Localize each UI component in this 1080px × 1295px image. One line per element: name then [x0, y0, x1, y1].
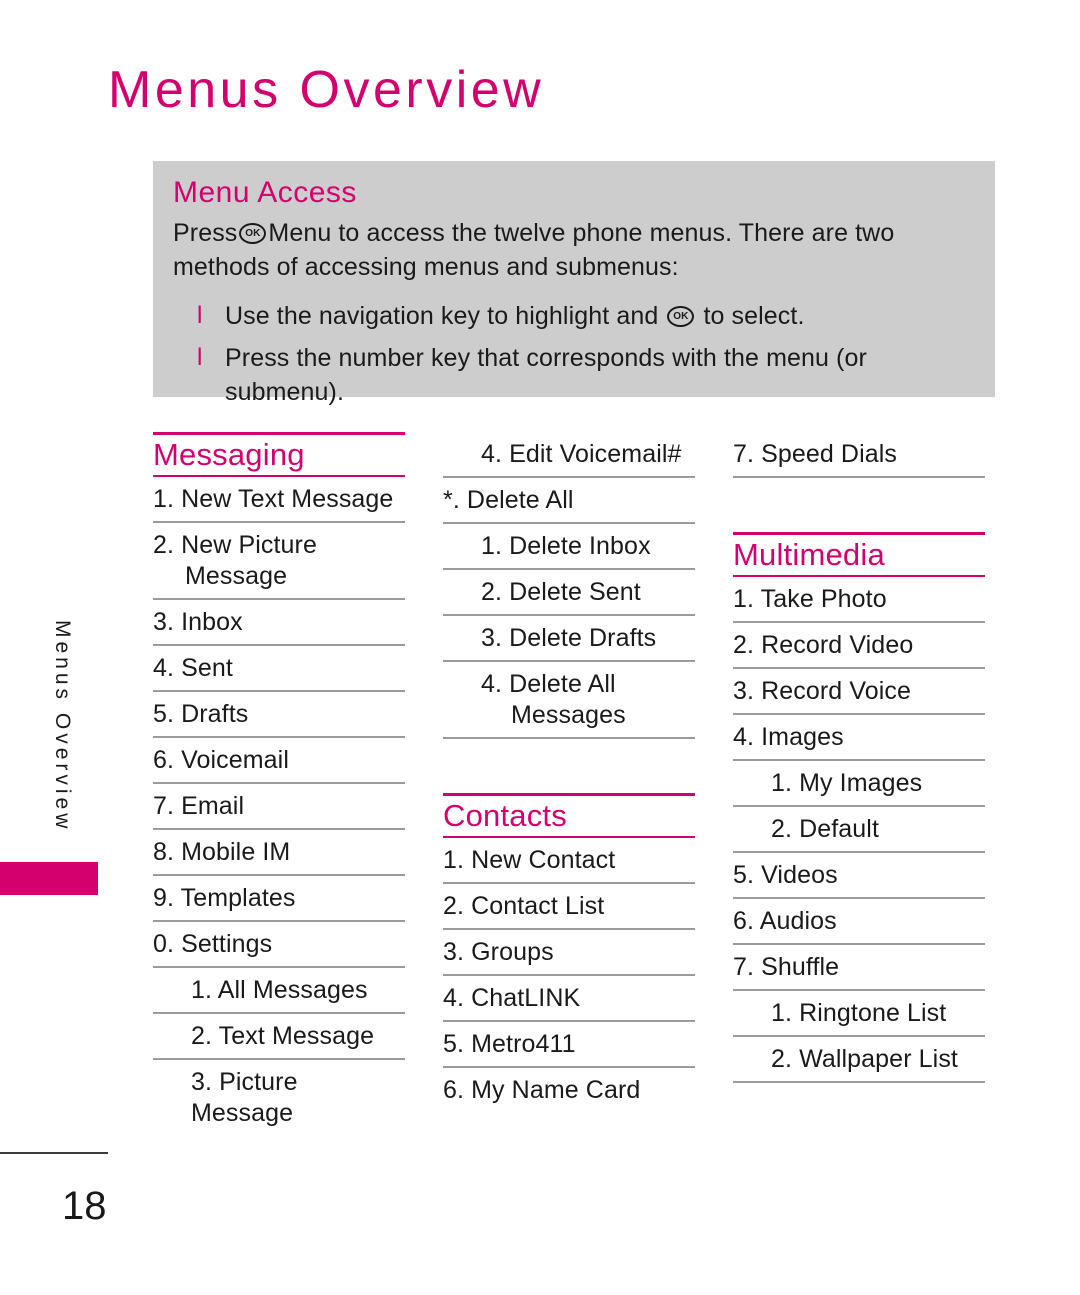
list-item[interactable]: 2. Contact List — [443, 884, 695, 930]
list-item[interactable]: 4. Sent — [153, 646, 405, 692]
ok-key-label: OK — [673, 310, 689, 322]
menu-list-multimedia: 1. Take Photo 2. Record Video 3. Record … — [733, 577, 985, 1083]
list-item[interactable]: 1. Delete Inbox — [443, 524, 695, 570]
list-item[interactable]: 2. Record Video — [733, 623, 985, 669]
list-item[interactable]: 7. Email — [153, 784, 405, 830]
list-item[interactable]: 6. My Name Card — [443, 1068, 695, 1112]
side-tab-color-block — [0, 862, 98, 895]
menu-column-contacts: 4. Edit Voicemail# *. Delete All 1. Dele… — [443, 432, 695, 1135]
list-item[interactable]: 2. Wallpaper List — [733, 1037, 985, 1083]
bullet-text-before: Use the navigation key to highlight and — [225, 302, 659, 330]
ok-key-label: OK — [245, 227, 261, 239]
list-item[interactable]: 9. Templates — [153, 876, 405, 922]
ok-key-icon: OK — [239, 223, 267, 244]
list-item[interactable]: 8. Mobile IM — [153, 830, 405, 876]
list-item[interactable]: 1. My Images — [733, 761, 985, 807]
list-item[interactable]: 6. Voicemail — [153, 738, 405, 784]
list-item[interactable]: 1. Take Photo — [733, 577, 985, 623]
menu-columns: Messaging 1. New Text Message 2. New Pic… — [153, 432, 1015, 1135]
menu-list-contacts: 1. New Contact 2. Contact List 3. Groups… — [443, 838, 695, 1112]
list-item[interactable]: 2. Text Message — [153, 1014, 405, 1060]
section-header-messaging: Messaging — [153, 432, 405, 477]
bullet-marker-icon: l — [197, 343, 203, 371]
side-tab-label: Menus Overview — [51, 620, 74, 833]
list-item[interactable]: 3. Groups — [443, 930, 695, 976]
section-title: Messaging — [153, 437, 305, 472]
column-spacer — [443, 739, 695, 793]
footer-divider — [0, 1152, 108, 1154]
list-item-line1: 2. New Picture — [153, 530, 317, 559]
list-item[interactable]: 6. Audios — [733, 899, 985, 945]
menu-list-messaging: 1. New Text Message 2. New Picture Messa… — [153, 477, 405, 1135]
list-item[interactable]: 4. Images — [733, 715, 985, 761]
page-title: Menus Overview — [108, 61, 545, 119]
list-item[interactable]: 1. New Text Message — [153, 477, 405, 523]
list-item[interactable]: 7. Shuffle — [733, 945, 985, 991]
menu-access-panel: Menu Access Press OK Menu to access the tw… — [153, 161, 995, 406]
bullet-text-before: Press the number key that corresponds wi… — [225, 343, 867, 406]
list-item[interactable]: 3. Delete Drafts — [443, 616, 695, 662]
section-title: Multimedia — [733, 537, 885, 572]
menu-access-heading: Menu Access — [173, 176, 357, 209]
menu-access-bullet-list: l Use the navigation key to highlight and… — [173, 300, 975, 409]
list-item[interactable]: 7. Speed Dials — [733, 432, 985, 478]
menu-access-paragraph: Press OK Menu to access the twelve phone m… — [173, 217, 975, 284]
list-item[interactable]: 4. ChatLINK — [443, 976, 695, 1022]
list-item: l Use the navigation key to highlight and… — [173, 300, 975, 334]
list-item-line1: 4. Delete All — [481, 670, 616, 698]
list-item[interactable]: *. Delete All — [443, 478, 695, 524]
list-item[interactable]: 2. New Picture Message — [153, 523, 405, 600]
list-item[interactable]: 3. Inbox — [153, 600, 405, 646]
list-item[interactable]: 3. Record Voice — [733, 669, 985, 715]
column-spacer — [733, 478, 985, 532]
ok-key-icon: OK — [667, 306, 695, 327]
menu-column-multimedia: 7. Speed Dials Multimedia 1. Take Photo … — [733, 432, 985, 1135]
menu-column-messaging: Messaging 1. New Text Message 2. New Pic… — [153, 432, 405, 1135]
list-item[interactable]: 3. Picture Message — [153, 1060, 405, 1135]
list-item: l Press the number key that corresponds w… — [173, 342, 975, 410]
section-header-contacts: Contacts — [443, 793, 695, 838]
list-item-line2: Message — [185, 561, 288, 590]
list-item[interactable]: 5. Videos — [733, 853, 985, 899]
paragraph-text-before: Press — [173, 219, 238, 247]
paragraph-text-after: Menu to access the twelve phone menus. T… — [173, 219, 895, 281]
list-item[interactable]: 5. Drafts — [153, 692, 405, 738]
bullet-marker-icon: l — [197, 302, 203, 329]
menu-list-messaging-continued: 4. Edit Voicemail# *. Delete All 1. Dele… — [443, 432, 695, 739]
list-item[interactable]: 1. All Messages — [153, 968, 405, 1014]
list-item-line2: Messages — [511, 701, 626, 729]
bullet-text-after: to select. — [703, 302, 805, 330]
page-number: 18 — [62, 1184, 107, 1228]
list-item[interactable]: 1. New Contact — [443, 838, 695, 884]
list-item[interactable]: 5. Metro411 — [443, 1022, 695, 1068]
list-item[interactable]: 2. Default — [733, 807, 985, 853]
list-item[interactable]: 4. Edit Voicemail# — [443, 432, 695, 478]
list-item[interactable]: 2. Delete Sent — [443, 570, 695, 616]
section-header-multimedia: Multimedia — [733, 532, 985, 577]
list-item[interactable]: 4. Delete All Messages — [443, 662, 695, 739]
section-title: Contacts — [443, 798, 567, 833]
list-item[interactable]: 1. Ringtone List — [733, 991, 985, 1037]
list-item[interactable]: 0. Settings — [153, 922, 405, 968]
menu-list-contacts-continued: 7. Speed Dials — [733, 432, 985, 478]
